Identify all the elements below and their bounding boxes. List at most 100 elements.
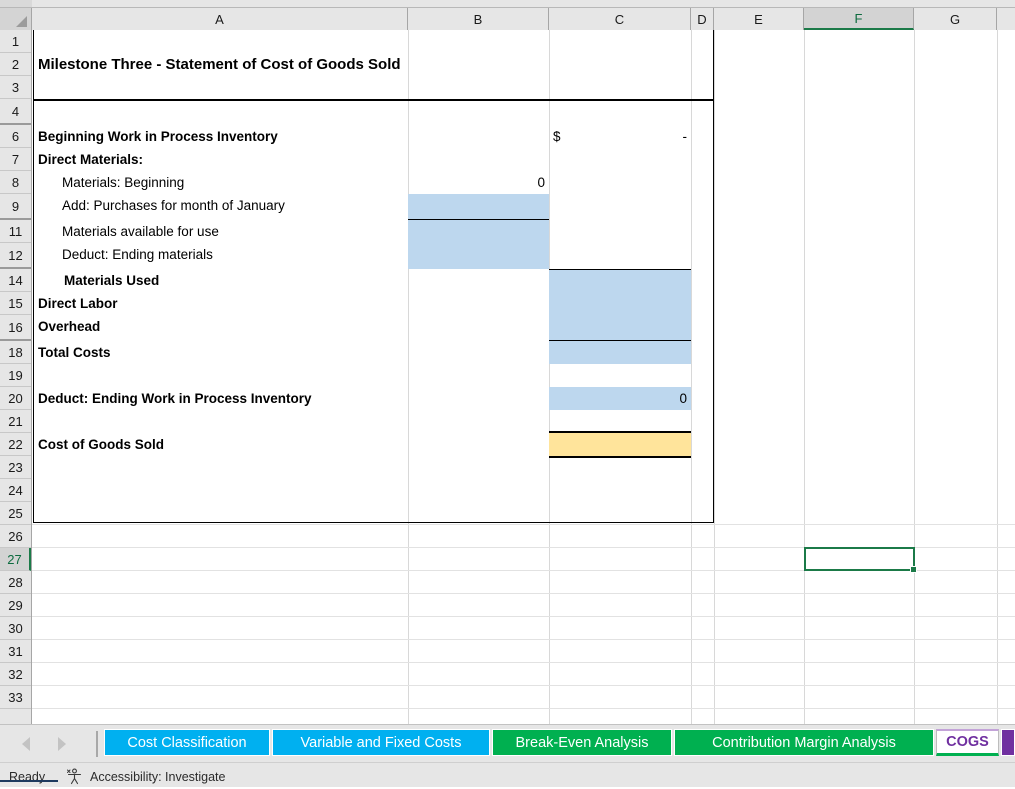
cell-a14-label[interactable]: Materials Used xyxy=(62,269,412,292)
cell-c18-value[interactable] xyxy=(549,341,691,364)
row-header-7[interactable]: 7 xyxy=(0,148,31,171)
cell-c14-value[interactable] xyxy=(549,269,691,292)
row-header-28-label: 28 xyxy=(8,574,23,590)
selected-cell-f27[interactable] xyxy=(804,547,917,573)
cell-a9-label[interactable]: Add: Purchases for month of January xyxy=(60,194,410,217)
sheet-tab-variable-and-fixed-costs[interactable]: Variable and Fixed Costs xyxy=(272,729,490,756)
cell-b8-value[interactable]: 0 xyxy=(409,171,549,194)
row-header-22[interactable]: 22 xyxy=(0,433,31,456)
row-header-12[interactable]: 12 xyxy=(0,243,31,269)
cell-a20-label[interactable]: Deduct: Ending Work in Process Inventory xyxy=(36,387,406,410)
fill-handle[interactable] xyxy=(910,566,917,573)
cell-b9-input[interactable] xyxy=(408,194,549,220)
cell-b11-value[interactable] xyxy=(408,220,549,243)
cell-a11-label[interactable]: Materials available for use xyxy=(60,220,410,243)
row-header-11[interactable]: 11 xyxy=(0,220,31,243)
column-header-h[interactable] xyxy=(997,8,1015,30)
column-header-b[interactable]: B xyxy=(408,8,549,30)
row-header-2-label: 2 xyxy=(11,56,20,72)
cell-c6-value[interactable]: - xyxy=(581,125,691,148)
row-header-1[interactable]: 1 xyxy=(0,30,31,53)
row-header-3[interactable]: 3 xyxy=(0,76,31,99)
row-header-18[interactable]: 18 xyxy=(0,341,31,364)
row-header-16-label: 16 xyxy=(8,319,23,335)
sheet-scroll-next-button[interactable] xyxy=(58,737,72,751)
sheet-tab-break-even-analysis[interactable]: Break-Even Analysis xyxy=(492,729,672,756)
row-header-29[interactable]: 29 xyxy=(0,594,31,617)
row-header-9[interactable]: 9 xyxy=(0,194,31,220)
cell-c15-value[interactable] xyxy=(549,292,691,315)
row-header-15-label: 15 xyxy=(8,295,23,311)
row-header-31-label: 31 xyxy=(8,643,23,659)
sheet-scroll-prev-button[interactable] xyxy=(22,737,36,751)
row-header-30[interactable]: 30 xyxy=(0,617,31,640)
cell-a8-label[interactable]: Materials: Beginning xyxy=(60,171,410,194)
row-header-15[interactable]: 15 xyxy=(0,292,31,315)
column-header-d[interactable]: D xyxy=(691,8,714,30)
row-header-16[interactable]: 16 xyxy=(0,315,31,341)
gridline-row-31 xyxy=(32,685,1015,686)
cell-a7-label[interactable]: Direct Materials: xyxy=(36,148,406,171)
cell-b12-input[interactable] xyxy=(408,243,549,269)
column-header-c-label: C xyxy=(614,11,625,27)
column-header-g[interactable]: G xyxy=(914,8,997,30)
column-header-e[interactable]: E xyxy=(714,8,804,30)
sheet-tab-cost-classification-label: Cost Classification xyxy=(127,734,247,751)
row-header-27[interactable]: 27 xyxy=(0,548,31,571)
column-header-g-label: G xyxy=(949,11,961,27)
select-all-button[interactable] xyxy=(0,8,32,30)
top-scroll-strip xyxy=(0,0,1015,8)
row-header-3-label: 3 xyxy=(11,79,20,95)
row-header-21[interactable]: 21 xyxy=(0,410,31,433)
row-header-25[interactable]: 25 xyxy=(0,502,31,525)
row-header-31[interactable]: 31 xyxy=(0,640,31,663)
row-header-32[interactable]: 32 xyxy=(0,663,31,686)
cell-a6-label[interactable]: Beginning Work in Process Inventory xyxy=(36,125,406,148)
gridline-col-a xyxy=(408,30,409,724)
cell-c22-result[interactable] xyxy=(549,433,691,456)
row-header-20[interactable]: 20 xyxy=(0,387,31,410)
scroll-corner xyxy=(0,0,32,7)
statement-title[interactable]: Milestone Three - Statement of Cost of G… xyxy=(36,53,596,76)
row-header-24[interactable]: 24 xyxy=(0,479,31,502)
row-header-8[interactable]: 8 xyxy=(0,171,31,194)
column-header-f[interactable]: F xyxy=(804,8,914,30)
cell-c6-currency-symbol[interactable]: $ xyxy=(551,125,581,148)
row-header-26[interactable]: 26 xyxy=(0,525,31,548)
row-header-23[interactable]: 23 xyxy=(0,456,31,479)
row-header-4[interactable]: 4 xyxy=(0,99,31,125)
accessibility-status-label[interactable]: Accessibility: Investigate xyxy=(90,770,225,784)
sheet-tab-next-partial[interactable] xyxy=(1001,729,1015,756)
cell-c16-value[interactable] xyxy=(549,315,691,341)
cell-c20-value[interactable]: 0 xyxy=(549,387,691,410)
column-header-a[interactable]: A xyxy=(32,8,408,30)
cell-a18-label[interactable]: Total Costs xyxy=(36,341,406,364)
cell-a15-label[interactable]: Direct Labor xyxy=(36,292,406,315)
cell-a22-label[interactable]: Cost of Goods Sold xyxy=(36,433,406,456)
column-header-d-label: D xyxy=(697,11,707,27)
column-header-f-label: F xyxy=(854,10,863,26)
gridline-row-30 xyxy=(32,662,1015,663)
row-header-18-label: 18 xyxy=(8,344,23,360)
sheet-tab-cogs[interactable]: COGS xyxy=(936,729,999,756)
row-header-14[interactable]: 14 xyxy=(0,269,31,292)
column-header-a-label: A xyxy=(215,11,224,27)
column-header-row: A B C D E F G xyxy=(0,8,1015,30)
sheet-tab-contribution-margin-analysis-label: Contribution Margin Analysis xyxy=(712,734,896,751)
row-header-19[interactable]: 19 xyxy=(0,364,31,387)
row-header-6[interactable]: 6 xyxy=(0,125,31,148)
cell-a12-label[interactable]: Deduct: Ending materials xyxy=(60,243,410,266)
chevron-right-icon xyxy=(58,737,66,751)
row-header-34[interactable] xyxy=(0,709,31,724)
sheet-tab-contribution-margin-analysis[interactable]: Contribution Margin Analysis xyxy=(674,729,934,756)
cell-a16-label[interactable]: Overhead xyxy=(36,315,406,338)
sheet-tab-variable-and-fixed-costs-label: Variable and Fixed Costs xyxy=(300,734,462,751)
column-header-c[interactable]: C xyxy=(549,8,691,30)
sheet-tab-cost-classification[interactable]: Cost Classification xyxy=(104,729,270,756)
row-header-2[interactable]: 2 xyxy=(0,53,31,76)
row-header-8-label: 8 xyxy=(11,174,20,190)
excel-window: A B C D E F G 1 2 3 4 6 7 8 9 11 12 14 1… xyxy=(0,0,1015,789)
row-header-33[interactable]: 33 xyxy=(0,686,31,709)
worksheet-grid[interactable]: Milestone Three - Statement of Cost of G… xyxy=(32,30,1015,724)
row-header-28[interactable]: 28 xyxy=(0,571,31,594)
